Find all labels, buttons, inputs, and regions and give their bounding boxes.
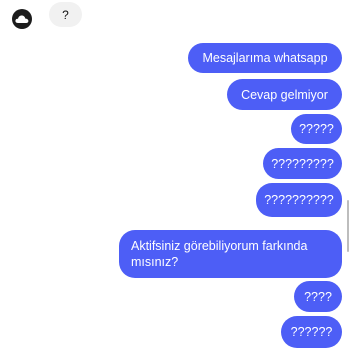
outgoing-message-bubble[interactable]: Cevap gelmiyor xyxy=(227,79,342,110)
cloud-logo-icon xyxy=(15,15,29,23)
contact-avatar[interactable] xyxy=(12,9,32,29)
outgoing-message-bubble[interactable]: Mesajlarıma whatsapp xyxy=(188,43,342,73)
outgoing-message-bubble[interactable]: ?????????? xyxy=(256,183,342,217)
outgoing-message-bubble[interactable]: Aktifsiniz görebiliyorum farkında mısını… xyxy=(119,230,342,278)
incoming-message-bubble[interactable]: ? xyxy=(49,2,82,27)
outgoing-message-bubble[interactable]: ???? xyxy=(294,281,342,312)
outgoing-message-bubble[interactable]: ????? xyxy=(291,114,342,144)
outgoing-message-bubble[interactable]: ????????? xyxy=(263,148,342,179)
chat-thread: ? Mesajlarıma whatsapp Cevap gelmiyor ??… xyxy=(0,0,350,350)
chat-scrollbar[interactable] xyxy=(347,200,349,252)
outgoing-message-bubble[interactable]: ?????? xyxy=(281,316,342,348)
